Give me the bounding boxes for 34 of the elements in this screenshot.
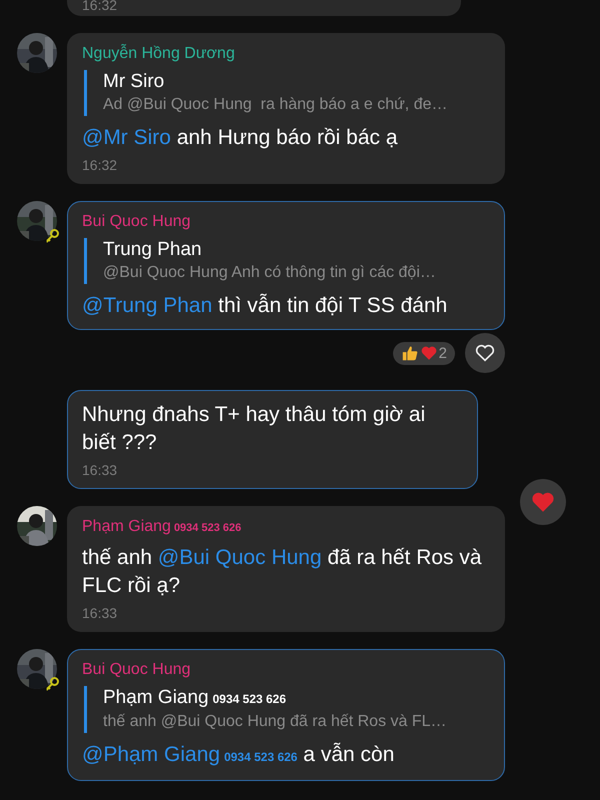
reaction-pill[interactable]: 2: [392, 342, 455, 364]
message-time: 16:32: [82, 0, 118, 12]
quote-text: @Bui Quoc Hung Anh có thông tin gì các đội…: [103, 263, 437, 283]
message-text: Nhưng đnahs T+ hay thâu tóm giờ ai biết ???: [82, 402, 426, 456]
message-time: 16:32: [82, 156, 118, 174]
sender-name[interactable]: Bui Quoc Hung: [82, 213, 191, 230]
heart-icon: [474, 342, 496, 364]
mention-link[interactable]: @Trung Phan: [82, 294, 212, 317]
message-text: @Phạm Giang 0934 523 626 a vẫn còn: [82, 742, 396, 768]
mention-link[interactable]: @Mr Siro: [82, 126, 171, 149]
message-text: @Trung Phan thì vẫn tin đội T SS đánh: [82, 292, 448, 319]
message-text: @Mr Siro anh Hưng báo rồi bác ạ: [82, 125, 399, 151]
sender-name[interactable]: Bui Quoc Hung: [82, 661, 191, 678]
quote-author: Phạm Giang: [103, 687, 209, 708]
thumbs-up-icon: [400, 344, 419, 362]
reply-quote[interactable]: Mr Siro Ad @Bui Quoc Hung ra hàng báo a e chứ, đe…: [84, 70, 490, 116]
quote-text: thế anh @Bui Quoc Hung đã ra hết Ros và FL…: [103, 712, 448, 732]
like-button[interactable]: [465, 333, 505, 373]
message-time: 16:33: [82, 604, 118, 622]
quote-text: Ad @Bui Quoc Hung ra hàng báo a e chứ, đe…: [103, 95, 448, 115]
sender-name[interactable]: Phạm Giang: [82, 518, 171, 535]
phone-number: 0934 523 626: [212, 692, 286, 706]
phone-number: 0934 523 626: [174, 522, 242, 534]
reply-quote[interactable]: Trung Phan @Bui Quoc Hung Anh có thông tin gì các đội…: [84, 238, 490, 284]
mention-link[interactable]: @Phạm Giang: [82, 743, 220, 766]
message-time: 16:33: [82, 461, 118, 479]
quote-author: Mr Siro: [103, 71, 164, 92]
reply-quote[interactable]: Phạm Giang 0934 523 626 thế anh @Bui Quoc Hung đã ra hết Ros và FL…: [84, 686, 490, 733]
sender-name[interactable]: Nguyễn Hồng Dương: [82, 45, 235, 62]
message-text: thế anh @Bui Quoc Hung đã ra hết Ros và FLC rồi ạ?: [82, 545, 483, 599]
reaction-count: 2: [438, 344, 447, 362]
quote-author: Trung Phan: [103, 239, 202, 260]
heart-icon: [420, 344, 438, 362]
mention-link[interactable]: @Bui Quoc Hung: [158, 546, 322, 569]
